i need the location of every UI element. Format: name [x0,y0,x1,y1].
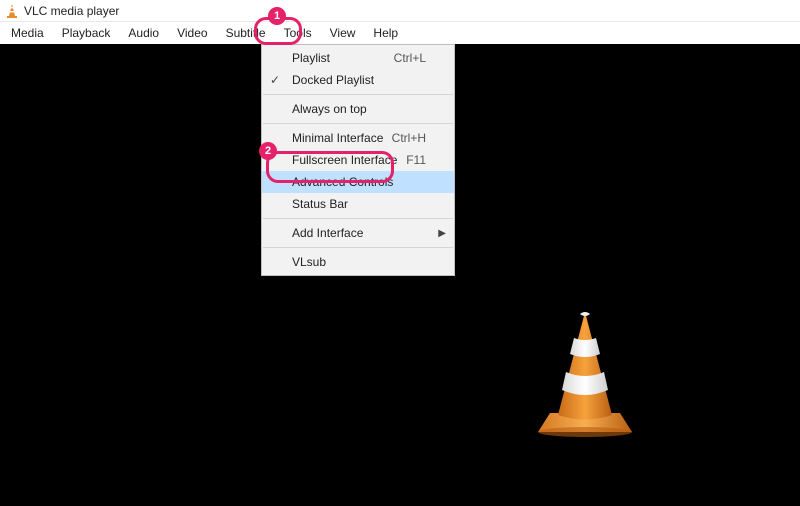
menu-item-add-interface[interactable]: Add Interface ▶ [262,222,454,244]
menu-help[interactable]: Help [364,22,407,44]
menu-item-label: Add Interface [292,226,363,240]
menu-item-shortcut: Ctrl+L [394,51,426,65]
menu-item-advanced-controls[interactable]: Advanced Controls [262,171,454,193]
menu-item-docked-playlist[interactable]: ✓ Docked Playlist [262,69,454,91]
menu-tools[interactable]: Tools [275,22,321,44]
annotation-badge-1: 1 [268,7,286,25]
menu-separator [263,94,453,95]
menu-item-fullscreen-interface[interactable]: Fullscreen Interface F11 [262,149,454,171]
vlc-cone-icon [6,4,18,18]
menu-item-label: Minimal Interface [292,131,383,145]
menu-audio[interactable]: Audio [119,22,168,44]
menu-item-label: Advanced Controls [292,175,393,189]
menu-separator [263,247,453,248]
menu-media[interactable]: Media [2,22,53,44]
menu-item-label: VLsub [292,255,326,269]
menu-item-always-on-top[interactable]: Always on top [262,98,454,120]
menu-item-playlist[interactable]: Playlist Ctrl+L [262,47,454,69]
menu-item-label: Status Bar [292,197,348,211]
chevron-right-icon: ▶ [438,228,446,239]
menu-item-label: Docked Playlist [292,73,374,87]
menu-view[interactable]: View [321,22,365,44]
menu-item-shortcut: F11 [406,153,426,167]
menu-separator [263,218,453,219]
menu-item-label: Always on top [292,102,367,116]
menu-item-label: Playlist [292,51,330,65]
menu-item-shortcut: Ctrl+H [392,131,426,145]
menu-subtitle[interactable]: Subtitle [217,22,275,44]
menu-item-status-bar[interactable]: Status Bar [262,193,454,215]
menu-playback[interactable]: Playback [53,22,120,44]
menu-item-minimal-interface[interactable]: Minimal Interface Ctrl+H [262,127,454,149]
window-title: VLC media player [24,4,119,18]
menu-separator [263,123,453,124]
menu-video[interactable]: Video [168,22,216,44]
menu-item-label: Fullscreen Interface [292,153,397,167]
view-dropdown: Playlist Ctrl+L ✓ Docked Playlist Always on … [261,44,455,276]
titlebar: VLC media player [0,0,800,22]
menu-item-vlsub[interactable]: VLsub [262,251,454,273]
menubar: Media Playback Audio Video Subtitle Tool… [0,22,800,44]
check-icon: ✓ [270,73,280,87]
annotation-badge-2: 2 [259,142,277,160]
vlc-cone-logo [530,310,640,443]
